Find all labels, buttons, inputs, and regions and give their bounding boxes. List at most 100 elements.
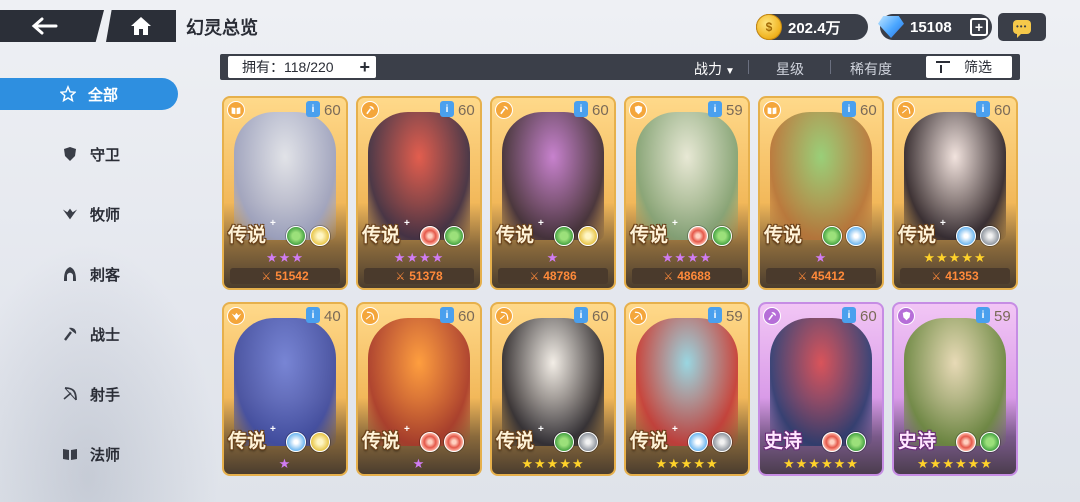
gem-icon [878,16,904,38]
hero-card[interactable]: i 60 史诗 ★★★★★★ [758,302,884,476]
chat-button[interactable]: ••• [998,13,1046,41]
home-button[interactable] [106,10,176,42]
hero-card[interactable]: i 60 传说 + ★★★★★ [490,302,616,476]
star-rating: ★ [814,250,828,265]
sidebar-item-assassin[interactable]: 刺客 [0,258,180,290]
hero-level: 59 [994,308,1011,325]
fire-element-icon [420,226,440,246]
rarity-label: 传说 [496,224,535,246]
rarity-label: 传说 [898,224,937,246]
gold-coin-icon: $ [756,14,782,40]
gray-element-icon [980,226,1000,246]
rarity-plus-icon: + [538,218,544,229]
power-bar: ⚔ 48786 [498,268,608,284]
hero-card[interactable]: i 60 传说 ★ ⚔ 45412 [758,96,884,290]
back-button[interactable] [0,10,104,42]
power-value: 45412 [811,269,845,283]
sidebar-item-label: 全部 [88,86,119,104]
filter-bar: 拥有：118/220 + 战力 ▼ 星级 稀有度 筛选 [220,54,1020,80]
star-rating: ★★★★★ [655,456,719,471]
hero-card[interactable]: i 40 传说 + ★ [222,302,348,476]
hero-level: 60 [994,102,1011,119]
nature-element-icon [712,226,732,246]
gem-amount: 15108 [910,18,952,36]
hero-card[interactable]: i 60 传说 + ★ ⚔ 48786 [490,96,616,290]
rarity-label: 传说 [362,224,401,246]
hero-card[interactable]: i 60 传说 + ★★★★★ ⚔ 41353 [892,96,1018,290]
book-icon [763,101,781,119]
rarity-plus-icon: + [940,218,946,229]
nature-element-icon [980,432,1000,452]
fire-element-icon [822,432,842,452]
nature-element-icon [554,432,574,452]
star-rating: ★★★★ [393,250,445,265]
rarity-plus-icon: + [404,424,410,435]
hero-card[interactable]: i 60 传说 + ★ [356,302,482,476]
level-info-icon: i [440,101,454,117]
rarity-label: 传说 [630,430,669,452]
star-rating: ★★★★ [661,250,713,265]
power-value: 51542 [275,269,309,283]
sidebar-item-archer[interactable]: 射手 [0,378,180,410]
axe-icon [361,101,379,119]
crossed-swords-icon: ⚔ [261,270,272,283]
gray-element-icon [712,432,732,452]
level-info-icon: i [574,307,588,323]
hero-card[interactable]: i 59 史诗 ★★★★★★ [892,302,1018,476]
light-element-icon [310,432,330,452]
filter-button[interactable]: 筛选 [926,56,1012,78]
axe-icon [763,307,781,325]
add-gems-button[interactable]: + [970,18,988,36]
crossed-swords-icon: ⚔ [797,270,808,283]
hero-level: 60 [458,102,475,119]
sidebar-item-guard[interactable]: 守卫 [0,138,180,170]
hero-level: 59 [726,102,743,119]
hero-level: 59 [726,308,743,325]
star-outline-icon [60,85,76,103]
star-rating: ★★★★★ [923,250,987,265]
power-bar: ⚔ 45412 [766,268,876,284]
sidebar-item-warrior[interactable]: 战士 [0,318,180,350]
filter-label: 筛选 [964,59,992,75]
hero-card[interactable]: i 59 传说 + ★★★★★ [624,302,750,476]
rarity-label: 传说 [496,430,535,452]
dropdown-arrow-icon: ▼ [725,66,735,77]
rarity-label: 传说 [228,430,267,452]
bow-icon [361,307,379,325]
owned-count-box[interactable]: 拥有：118/220 + [228,56,376,78]
sort-rarity[interactable]: 稀有度 [850,59,892,79]
hero-level: 60 [592,102,609,119]
shield-icon [62,146,78,162]
power-value: 48786 [543,269,577,283]
wings-icon [227,307,245,325]
sidebar-item-all[interactable]: 全部 [0,78,178,110]
hero-card[interactable]: i 60 传说 + ★★★ ⚔ 51542 [222,96,348,290]
rarity-plus-icon: + [270,218,276,229]
hero-level: 40 [324,308,341,325]
sort-star[interactable]: 星级 [776,59,804,79]
hero-level: 60 [458,308,475,325]
sidebar-item-label: 刺客 [90,266,121,284]
hero-card[interactable]: i 59 传说 + ★★★★ ⚔ 48688 [624,96,750,290]
light-element-icon [578,226,598,246]
owned-count: 拥有：118/220 [242,59,334,75]
hood-icon [62,266,78,282]
level-info-icon: i [976,101,990,117]
rarity-label: 史诗 [898,430,937,452]
sidebar-item-label: 牧师 [90,206,121,224]
bow-icon [629,307,647,325]
sidebar-item-priest[interactable]: 牧师 [0,198,180,230]
power-bar: ⚔ 48688 [632,268,742,284]
sidebar-item-label: 射手 [90,386,121,404]
axe-icon [495,101,513,119]
nature-element-icon [444,226,464,246]
sidebar-item-mage[interactable]: 法师 [0,438,180,470]
rarity-label: 传说 [362,430,401,452]
sidebar-item-label: 战士 [90,326,121,344]
level-info-icon: i [842,307,856,323]
sidebar-item-label: 法师 [90,446,121,464]
power-value: 51378 [409,269,443,283]
bow-icon [62,386,78,402]
sort-power[interactable]: 战力 ▼ [694,59,735,79]
hero-card[interactable]: i 60 传说 + ★★★★ ⚔ 51378 [356,96,482,290]
